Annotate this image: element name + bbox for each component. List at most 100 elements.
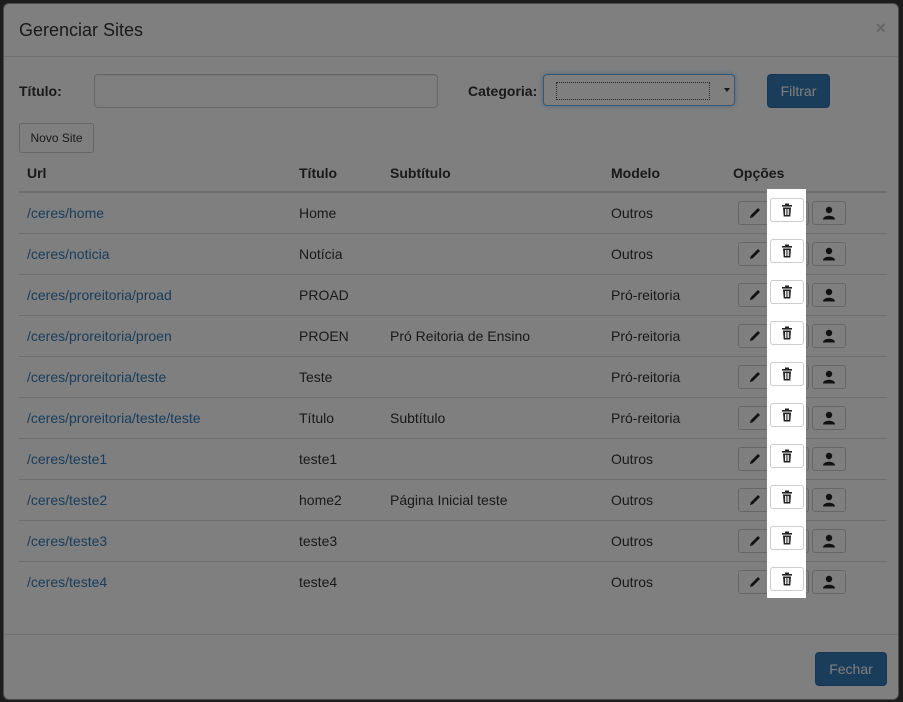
cell-modelo: Pró-reitoria [603, 273, 725, 315]
cell-url: /ceres/teste1 [19, 437, 291, 479]
modal-header: Gerenciar Sites × [4, 4, 898, 57]
cell-url: /ceres/teste3 [19, 519, 291, 561]
cell-options [725, 396, 887, 438]
site-url-link[interactable]: /ceres/teste2 [27, 492, 107, 508]
close-icon[interactable]: × [875, 18, 886, 38]
cell-modelo: Pró-reitoria [603, 396, 725, 438]
cell-modelo: Outros [603, 478, 725, 520]
column-header-modelo: Modelo [603, 154, 725, 193]
cell-modelo: Outros [603, 560, 725, 602]
cell-url: /ceres/proreitoria/proen [19, 314, 291, 356]
cell-titulo: PROAD [291, 273, 382, 315]
column-header-titulo: Título [291, 154, 382, 193]
cell-subtitulo [382, 232, 603, 274]
column-header-subtitulo: Subtítulo [382, 154, 603, 193]
table-row: /ceres/teste2 home2 Página Inicial teste Ou… [19, 478, 887, 520]
cell-options [725, 478, 887, 520]
cell-url: /ceres/proreitoria/proad [19, 273, 291, 315]
cell-modelo: Outros [611, 204, 654, 221]
site-url-link[interactable]: /ceres/proreitoria/teste [27, 369, 166, 385]
cell-subtitulo: Página Inicial teste [382, 478, 603, 520]
site-url-link[interactable]: /ceres/teste4 [27, 574, 107, 590]
titulo-input[interactable] [94, 74, 438, 108]
cell-options [725, 355, 887, 397]
highlighted-delete-button[interactable] [770, 198, 804, 222]
highlighted-delete-button[interactable] [770, 526, 804, 550]
cell-url: /ceres/teste2 [19, 478, 291, 520]
categoria-select[interactable] [543, 74, 735, 106]
table-row: /ceres/teste1 teste1 Outros [19, 437, 887, 479]
cell-url: /ceres/proreitoria/teste/teste [19, 396, 291, 438]
cell-modelo: Outros [603, 437, 725, 479]
permissions-button[interactable] [812, 323, 846, 348]
table-row: /ceres/proreitoria/teste/teste Título Subt… [19, 396, 887, 438]
highlighted-delete-button[interactable] [770, 444, 804, 468]
site-url-link[interactable]: /ceres/teste1 [27, 451, 107, 467]
table-header-row: Url Título Subtítulo Modelo Opções [19, 154, 887, 193]
cell-titulo: teste4 [291, 560, 382, 602]
table-row: /ceres/teste3 teste3 Outros [19, 519, 887, 561]
highlighted-delete-button[interactable] [770, 403, 804, 427]
site-url-link[interactable]: /ceres/teste3 [27, 533, 107, 549]
modal-title: Gerenciar Sites [19, 20, 144, 40]
permissions-button[interactable] [812, 569, 846, 594]
cell-options [725, 519, 887, 561]
cell-url: /ceres/home [19, 192, 291, 233]
cell-subtitulo [382, 437, 603, 479]
cell-options [725, 273, 887, 315]
highlighted-delete-button[interactable] [770, 321, 804, 345]
site-url-link[interactable]: /ceres/proreitoria/teste/teste [27, 410, 201, 426]
site-url-link[interactable]: /ceres/home [27, 205, 104, 221]
highlighted-delete-button[interactable] [770, 362, 804, 386]
highlighted-delete-button[interactable] [770, 280, 804, 304]
highlighted-delete-button[interactable] [770, 485, 804, 509]
permissions-button[interactable] [812, 200, 846, 225]
cell-options [725, 314, 887, 356]
highlighted-delete-button[interactable] [770, 239, 804, 263]
cell-titulo: Home [299, 204, 337, 221]
site-url-link[interactable]: /ceres/noticia [27, 246, 109, 262]
table-row: /ceres/proreitoria/proen PROEN Pró Reitori… [19, 314, 887, 356]
site-url-link[interactable]: /ceres/proreitoria/proen [27, 328, 172, 344]
highlighted-delete-column [767, 189, 806, 598]
chevron-down-icon [724, 88, 730, 92]
permissions-button[interactable] [812, 282, 846, 307]
cell-subtitulo [382, 192, 603, 233]
select-value [556, 82, 710, 100]
cell-titulo: Título [291, 396, 382, 438]
cell-options [725, 192, 887, 233]
permissions-button[interactable] [812, 446, 846, 471]
cell-options [725, 232, 887, 274]
cell-modelo: Outros [603, 519, 725, 561]
permissions-button[interactable] [812, 364, 846, 389]
permissions-button[interactable] [812, 528, 846, 553]
column-header-opcoes: Opções [725, 154, 887, 193]
cell-modelo: Pró-reitoria [603, 355, 725, 397]
table-row: /ceres/home Home Outros [19, 192, 887, 233]
cell-subtitulo: Pró Reitoria de Ensino [382, 314, 603, 356]
sites-table: Url Título Subtítulo Modelo Opções /cere… [19, 154, 887, 602]
site-url-link[interactable]: /ceres/proreitoria/proad [27, 287, 172, 303]
table-body: /ceres/home Home Outros/ceres/noticia Notíc… [19, 192, 887, 602]
cell-modelo: Pró-reitoria [603, 314, 725, 356]
new-site-button[interactable]: Novo Site [19, 123, 94, 153]
cell-subtitulo [382, 560, 603, 602]
cell-titulo: teste1 [291, 437, 382, 479]
cell-subtitulo [382, 519, 603, 561]
cell-subtitulo: Subtítulo [382, 396, 603, 438]
titulo-label: Título: [19, 83, 62, 99]
cell-modelo: Outros [603, 232, 725, 274]
highlighted-delete-button[interactable] [770, 567, 804, 591]
cell-titulo: Notícia [291, 232, 382, 274]
close-button[interactable]: Fechar [815, 652, 887, 686]
cell-options [725, 560, 887, 602]
cell-titulo: teste3 [291, 519, 382, 561]
permissions-button[interactable] [812, 405, 846, 430]
cell-subtitulo [382, 273, 603, 315]
permissions-button[interactable] [812, 241, 846, 266]
cell-options [725, 437, 887, 479]
column-header-url: Url [19, 154, 291, 193]
filter-button[interactable]: Filtrar [767, 74, 830, 108]
permissions-button[interactable] [812, 487, 846, 512]
table-row: /ceres/proreitoria/teste Teste Pró-reitori… [19, 355, 887, 397]
